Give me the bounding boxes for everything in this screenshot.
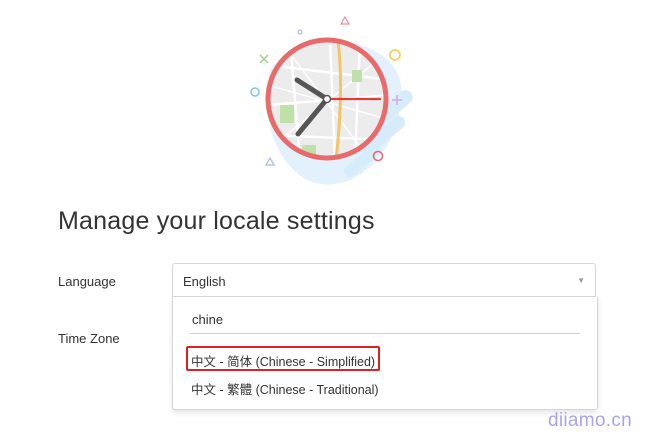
timezone-label: Time Zone [58, 331, 120, 346]
clock-illustration-icon [250, 15, 413, 185]
language-option-chinese-traditional[interactable]: 中文 - 繁體 (Chinese - Traditional) [191, 379, 379, 398]
chevron-down-icon[interactable]: ▼ [577, 276, 585, 285]
language-search-input[interactable] [190, 309, 582, 329]
highlight-annotation [186, 346, 380, 371]
language-select[interactable]: English ▼ [172, 263, 596, 297]
page-title: Manage your locale settings [58, 207, 375, 235]
watermark-text: diiamo.cn [548, 410, 633, 431]
language-label: Language [58, 274, 116, 289]
language-selected-value: English [183, 274, 226, 289]
language-search-field[interactable] [190, 309, 582, 334]
